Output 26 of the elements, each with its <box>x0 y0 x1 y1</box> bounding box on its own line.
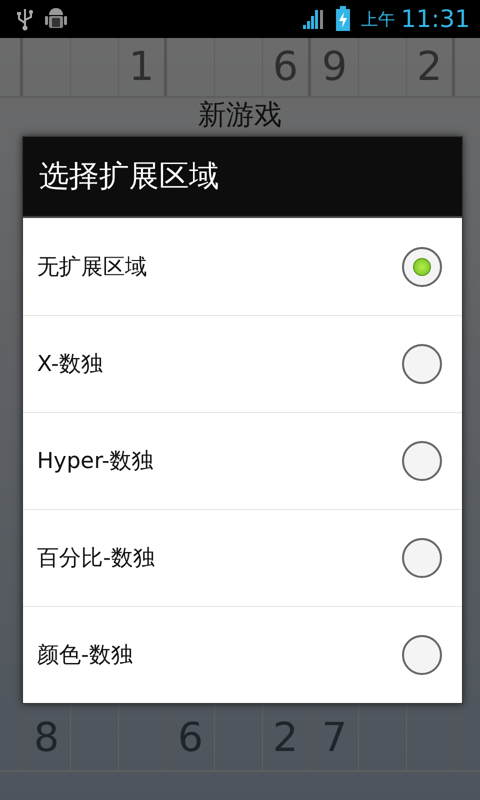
radio-button[interactable] <box>402 635 442 675</box>
option-row[interactable]: 无扩展区域 <box>23 218 462 315</box>
battery-icon <box>334 6 351 32</box>
option-label: Hyper-数独 <box>37 448 155 476</box>
option-label: X-数独 <box>37 351 104 379</box>
option-row[interactable]: 百分比-数独 <box>23 509 462 606</box>
dialog-title: 选择扩展区域 <box>23 137 462 218</box>
radio-button[interactable] <box>402 441 442 481</box>
grid-digit: 1 <box>128 44 154 90</box>
grid-digit: 2 <box>416 44 442 90</box>
option-label: 颜色-数独 <box>37 642 134 670</box>
option-row[interactable]: X-数独 <box>23 315 462 412</box>
radio-button[interactable] <box>402 538 442 578</box>
grid-digit: 6 <box>272 44 298 90</box>
radio-button[interactable] <box>402 246 442 286</box>
option-row[interactable]: 颜色-数独 <box>23 606 462 703</box>
option-label: 百分比-数独 <box>37 545 156 573</box>
grid-digit: 9 <box>322 44 348 90</box>
option-row[interactable]: Hyper-数独 <box>23 412 462 509</box>
radio-button[interactable] <box>402 344 442 384</box>
signal-icon <box>302 7 325 31</box>
usb-icon <box>16 7 34 31</box>
screen-title: 新游戏 <box>198 98 282 132</box>
time-period: 上午 <box>360 8 395 30</box>
clock: 11:31 <box>400 5 470 33</box>
option-label: 无扩展区域 <box>37 254 148 282</box>
